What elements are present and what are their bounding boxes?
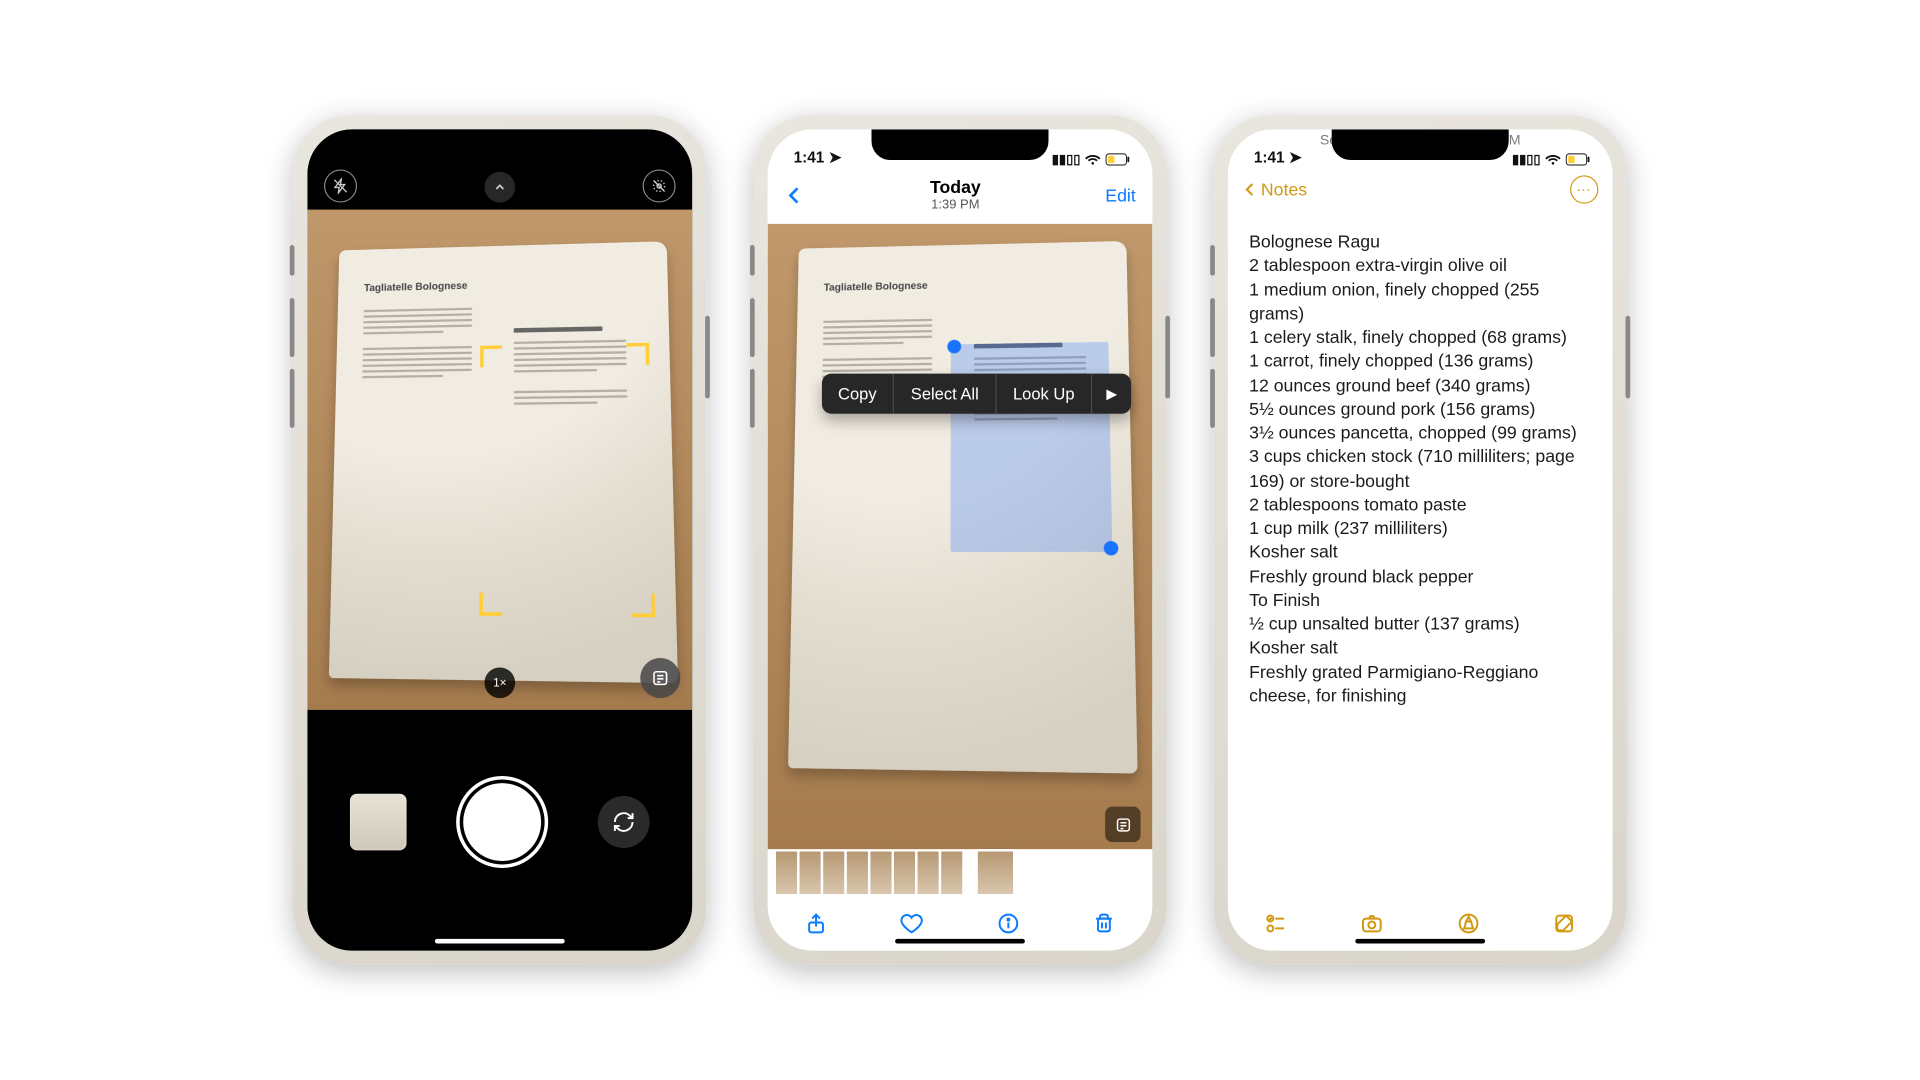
book-page-photo: Tagliatelle Bolognese: [328, 241, 677, 683]
nav-title-main: Today: [930, 179, 981, 198]
context-menu-selectall[interactable]: Select All: [894, 374, 996, 414]
note-body[interactable]: Bolognese Ragu 2 tablespoon extra-virgin…: [1249, 231, 1596, 892]
phone-photos: 1:41 ➤ ▮▮▯▯ Today 1:39 PM: [754, 115, 1167, 965]
context-menu-lookup[interactable]: Look Up: [996, 374, 1092, 414]
photos-navigation-bar: Today 1:39 PM Edit: [768, 167, 1153, 224]
home-indicator[interactable]: [895, 939, 1025, 944]
context-menu: Copy Select All Look Up ▶: [821, 374, 1131, 414]
home-indicator[interactable]: [1355, 939, 1485, 944]
notch: [411, 129, 588, 160]
notch: [872, 129, 1049, 160]
zoom-badge[interactable]: 1×: [484, 667, 515, 698]
photos-main-photo[interactable]: Tagliatelle Bolognese: [768, 224, 1153, 849]
status-time: 1:41: [1254, 148, 1285, 166]
book-page-photo: Tagliatelle Bolognese: [788, 241, 1137, 774]
notch: [1332, 129, 1509, 160]
favorite-icon[interactable]: [900, 912, 924, 936]
live-photo-icon[interactable]: [643, 169, 676, 202]
context-menu-copy[interactable]: Copy: [821, 374, 894, 414]
nav-title: Today 1:39 PM: [930, 179, 981, 213]
live-text-icon[interactable]: [1105, 807, 1140, 842]
flip-camera-icon[interactable]: [598, 796, 650, 848]
shutter-button[interactable]: [463, 783, 541, 861]
battery-icon: [1565, 153, 1591, 166]
back-button[interactable]: [784, 185, 805, 206]
markup-icon[interactable]: [1456, 912, 1480, 936]
nav-title-sub: 1:39 PM: [930, 198, 981, 212]
camera-icon[interactable]: [1360, 912, 1384, 936]
selection-handle-start[interactable]: [947, 340, 961, 354]
live-text-icon[interactable]: [640, 658, 680, 698]
flash-icon[interactable]: [324, 169, 357, 202]
filmstrip[interactable]: [768, 849, 1153, 896]
edit-button[interactable]: Edit: [1105, 185, 1136, 205]
location-icon: ➤: [829, 148, 842, 166]
wifi-icon: [1545, 152, 1560, 167]
recent-photo-thumbnail[interactable]: [350, 794, 407, 851]
status-time: 1:41: [794, 148, 825, 166]
battery-icon: [1105, 153, 1131, 166]
signal-icon: ▮▮▯▯: [1512, 152, 1541, 167]
signal-icon: ▮▮▯▯: [1052, 152, 1081, 167]
location-icon: ➤: [1289, 148, 1302, 166]
phone-camera: Tagliatelle Bolognese: [293, 115, 706, 965]
selection-handle-end[interactable]: [1104, 541, 1119, 555]
chevron-up-icon[interactable]: [484, 172, 515, 203]
home-indicator[interactable]: [435, 939, 565, 944]
back-button[interactable]: Notes: [1242, 180, 1307, 200]
context-menu-more-icon[interactable]: ▶: [1092, 374, 1131, 414]
book-title: Tagliatelle Bolognese: [363, 280, 467, 294]
trash-icon[interactable]: [1092, 912, 1116, 936]
camera-bottom-bar: [307, 722, 692, 951]
book-title: Tagliatelle Bolognese: [823, 280, 927, 293]
checklist-icon[interactable]: [1264, 912, 1288, 936]
compose-icon[interactable]: [1553, 912, 1577, 936]
back-label: Notes: [1261, 180, 1307, 200]
share-icon[interactable]: [804, 912, 828, 936]
phone-notes: 1:41 ➤ ▮▮▯▯ Notes ⋯ Septem: [1214, 115, 1627, 965]
wifi-icon: [1085, 152, 1100, 167]
info-icon[interactable]: [996, 912, 1020, 936]
notes-navigation-bar: Notes ⋯: [1228, 167, 1613, 212]
more-icon[interactable]: ⋯: [1570, 175, 1598, 203]
camera-viewfinder[interactable]: Tagliatelle Bolognese: [307, 203, 692, 710]
